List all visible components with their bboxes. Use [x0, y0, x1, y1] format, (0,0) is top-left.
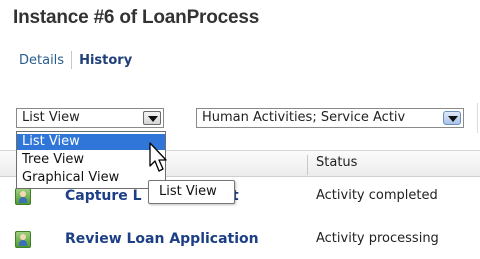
view-select[interactable]: List View	[16, 108, 164, 128]
toolbar-divider	[477, 103, 478, 133]
activity-status: Activity completed	[316, 188, 438, 203]
view-select-value: List View	[22, 110, 80, 125]
tab-bar: Details History	[19, 51, 132, 69]
view-option-tree[interactable]: Tree View	[17, 152, 165, 168]
tab-history[interactable]: History	[79, 53, 132, 68]
tab-divider	[71, 51, 73, 69]
column-divider[interactable]	[307, 155, 308, 175]
activity-link[interactable]: Review Loan Application	[65, 231, 259, 247]
view-option-list[interactable]: List View	[17, 134, 165, 150]
tooltip: List View	[148, 180, 235, 204]
activity-status: Activity processing	[316, 231, 439, 246]
view-option-graphical[interactable]: Graphical View	[17, 170, 165, 186]
chevron-down-icon[interactable]	[143, 111, 161, 125]
view-select-dropdown: List View Tree View Graphical View	[16, 131, 166, 189]
human-activity-icon	[15, 188, 31, 205]
mouse-pointer-icon	[149, 142, 167, 172]
activity-filter-select[interactable]: Human Activities; Service Activ	[196, 108, 464, 128]
table-row[interactable]: Review Loan Application Activity process…	[0, 220, 480, 258]
column-header-status[interactable]: Status	[316, 155, 357, 170]
chevron-down-icon[interactable]	[443, 111, 461, 125]
filter-select-value: Human Activities; Service Activ	[202, 110, 406, 125]
page-title: Instance #6 of LoanProcess	[13, 7, 260, 28]
human-activity-icon	[15, 231, 31, 248]
tab-details[interactable]: Details	[19, 53, 64, 68]
